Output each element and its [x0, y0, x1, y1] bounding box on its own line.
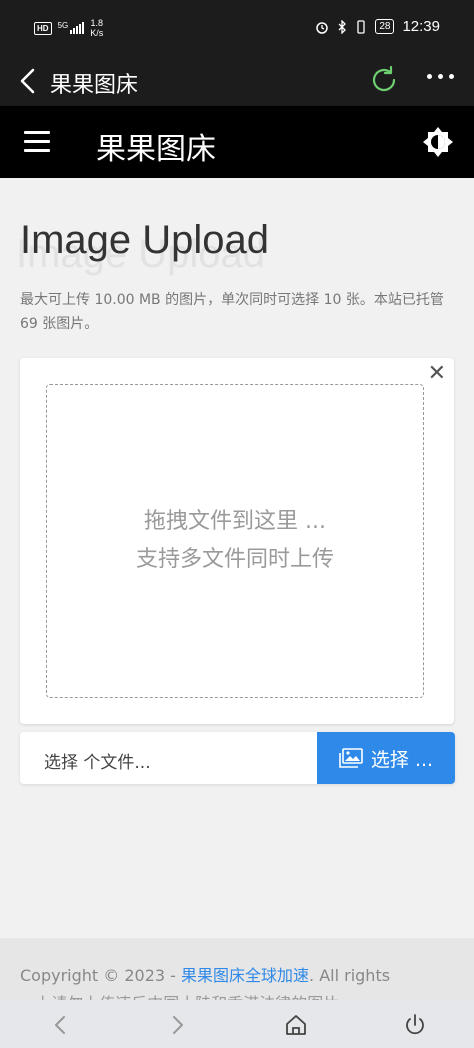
- signal-icon: 5G: [58, 22, 85, 34]
- file-input[interactable]: 选择 个文件...: [44, 748, 151, 773]
- image-icon: [339, 748, 363, 768]
- bluetooth-icon: [338, 19, 347, 34]
- nav-forward-icon[interactable]: [164, 1012, 190, 1038]
- page-title: Image Upload: [20, 218, 270, 262]
- network-speed: 1.8 K/s: [90, 18, 103, 38]
- copyright-prefix: Copyright © 2023 -: [20, 966, 182, 985]
- footer-notice: ...上请勿上传违反中国大陆和香港法律的图片: [20, 990, 339, 1000]
- upload-card: ✕ 拖拽文件到这里 ... 支持多文件同时上传: [20, 358, 454, 724]
- close-icon[interactable]: ✕: [428, 360, 446, 388]
- system-nav-bar: [0, 1000, 474, 1048]
- dropzone-text: 拖拽文件到这里 ...: [144, 509, 326, 534]
- copyright-suffix: . All rights: [309, 966, 391, 985]
- footer: Copyright © 2023 - 果果图床全球加速. All rights …: [0, 938, 474, 1000]
- refresh-icon[interactable]: [368, 64, 400, 96]
- battery-indicator: 28: [375, 19, 395, 34]
- upload-description: 最大可上传 10.00 MB 的图片，单次同时可选择 10 张。本站已托管 69…: [20, 292, 444, 332]
- choose-file-button[interactable]: 选择 ...: [317, 732, 455, 784]
- status-right: 28 12:39: [315, 18, 440, 35]
- footer-site-link[interactable]: 果果图床全球加速: [181, 966, 309, 985]
- site-header: 果果图床: [0, 106, 474, 178]
- main-content: Image Upload Image Upload 最大可上传 10.00 MB…: [0, 178, 474, 938]
- clock: 12:39: [402, 18, 440, 35]
- speed-unit: K/s: [90, 28, 104, 38]
- file-input-group: 选择 个文件... 选择 ...: [20, 732, 455, 784]
- menu-icon[interactable]: [24, 131, 50, 153]
- dropzone-subtext: 支持多文件同时上传: [135, 547, 334, 572]
- status-left: HD 5G 1.8 K/s: [34, 18, 103, 38]
- toolbar-title: 果果图床: [50, 73, 139, 98]
- vibrate-icon: [357, 19, 365, 34]
- theme-toggle-icon[interactable]: [422, 126, 454, 158]
- status-bar: HD 5G 1.8 K/s 28 12:39: [0, 0, 474, 56]
- nav-power-icon[interactable]: [402, 1012, 428, 1038]
- more-icon[interactable]: [427, 74, 454, 79]
- network-type: 5G: [57, 21, 69, 30]
- alarm-icon: [316, 21, 329, 34]
- choose-button-label: 选择 ...: [370, 748, 434, 771]
- speed-value: 1.8: [90, 18, 103, 28]
- dropzone[interactable]: 拖拽文件到这里 ... 支持多文件同时上传: [46, 384, 424, 698]
- copyright: Copyright © 2023 - 果果图床全球加速. All rights: [20, 962, 390, 986]
- site-title[interactable]: 果果图床: [96, 124, 216, 168]
- back-icon[interactable]: [16, 66, 40, 96]
- nav-back-icon[interactable]: [48, 1012, 74, 1038]
- hd-badge: HD: [34, 21, 52, 35]
- app-toolbar: 果果图床: [0, 56, 474, 106]
- nav-home-icon[interactable]: [283, 1012, 309, 1038]
